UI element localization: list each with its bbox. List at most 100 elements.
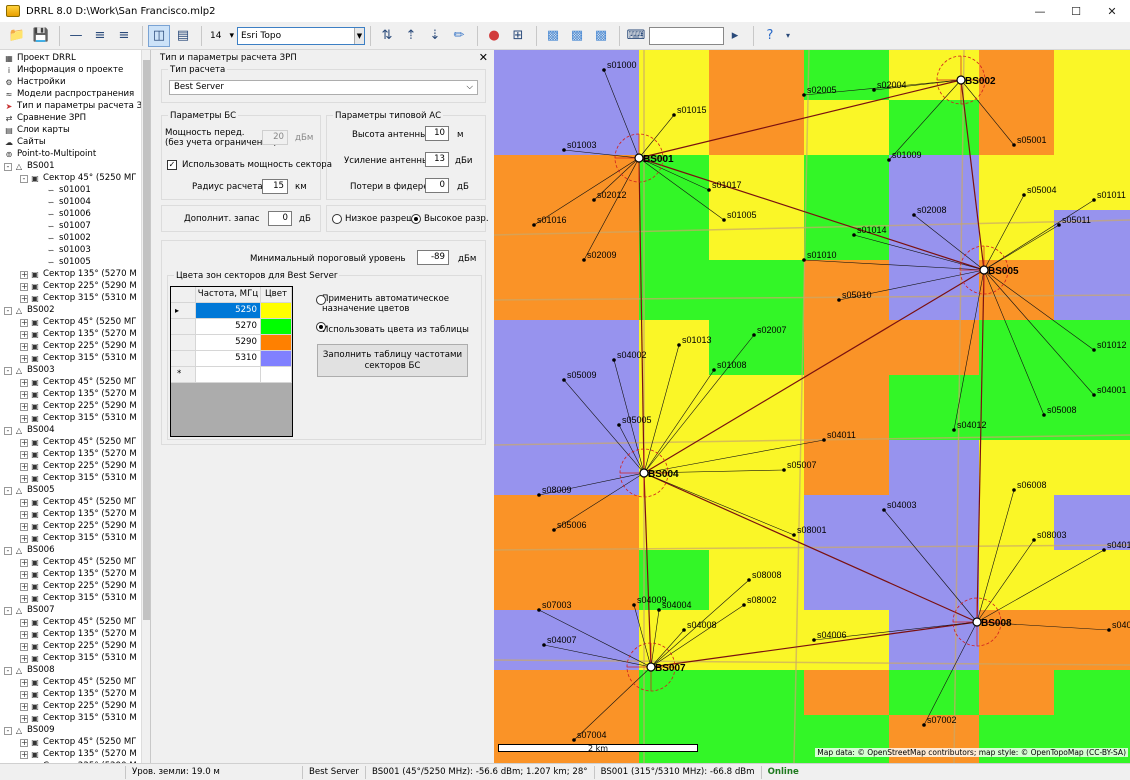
- tree-item-sector[interactable]: + ▣ Сектор 315° (5310 М: [20, 352, 137, 364]
- align-right-icon[interactable]: ≡: [113, 25, 135, 47]
- tree-item-sector[interactable]: + ▣ Сектор 135° (5270 М: [20, 508, 137, 520]
- tree-item-sector[interactable]: - ▣ Сектор 45° (5250 МГ: [20, 172, 137, 184]
- expand-toggle-icon[interactable]: +: [20, 283, 28, 291]
- grid-color-cell[interactable]: [261, 351, 292, 367]
- expand-toggle-icon[interactable]: +: [20, 703, 28, 711]
- align-center-icon[interactable]: ≡: [89, 25, 111, 47]
- expand-toggle-icon[interactable]: +: [20, 571, 28, 579]
- save-icon[interactable]: 💾: [30, 25, 52, 47]
- zoom-select[interactable]: 14 ▾: [207, 27, 237, 45]
- expand-toggle-icon[interactable]: -: [4, 487, 12, 495]
- tree-item-sector[interactable]: + ▣ Сектор 135° (5270 М: [20, 328, 137, 340]
- color-grid[interactable]: Частота, МГц Цвет ▸ 5250 5270 5290 5310 *: [170, 286, 293, 437]
- expand-toggle-icon[interactable]: +: [20, 751, 28, 759]
- feeder-loss-input[interactable]: 0: [425, 178, 449, 193]
- close-button[interactable]: ✕: [1094, 0, 1130, 22]
- tree-item-project[interactable]: ▦ Проект DRRL: [4, 52, 76, 64]
- expand-toggle-icon[interactable]: +: [20, 271, 28, 279]
- tree-item-bs001[interactable]: - △ BS001: [4, 160, 55, 172]
- keyboard-icon[interactable]: ⌨: [625, 25, 647, 47]
- scrollbar-thumb[interactable]: [143, 60, 150, 620]
- tree-item-sector[interactable]: + ▣ Сектор 45° (5250 МГ: [20, 616, 137, 628]
- color-zones-icon[interactable]: ●: [483, 25, 505, 47]
- expand-toggle-icon[interactable]: +: [20, 319, 28, 327]
- expand-toggle-icon[interactable]: +: [20, 439, 28, 447]
- grid-freq-cell[interactable]: 5270: [196, 319, 261, 335]
- expand-toggle-icon[interactable]: +: [20, 415, 28, 423]
- expand-toggle-icon[interactable]: +: [20, 391, 28, 399]
- tree-item-sector[interactable]: + ▣ Сектор 315° (5310 М: [20, 292, 137, 304]
- tree-item-sector[interactable]: + ▣ Сектор 315° (5310 М: [20, 412, 137, 424]
- expand-toggle-icon[interactable]: +: [20, 463, 28, 471]
- maximize-button[interactable]: ☐: [1058, 0, 1094, 22]
- grid-color-cell[interactable]: [261, 303, 292, 319]
- expand-toggle-icon[interactable]: +: [20, 619, 28, 627]
- expand-toggle-icon[interactable]: +: [20, 559, 28, 567]
- use-sector-power-checkbox[interactable]: ✓: [167, 160, 177, 170]
- tree-item-sector[interactable]: +▣Сектор 225° (5290 М: [20, 400, 137, 412]
- open-folder-icon[interactable]: 📁: [6, 25, 28, 47]
- tree-item-sector[interactable]: + ▣ Сектор 135° (5270 М: [20, 388, 137, 400]
- tree-item-subscriber[interactable]: ∽ s01007: [46, 220, 91, 232]
- margin-input[interactable]: 0: [268, 211, 292, 226]
- tree-item-calc-params[interactable]: ➤ Тип и параметры расчета ЗРП: [4, 100, 150, 112]
- grid-row-header[interactable]: [171, 335, 196, 351]
- ruler-icon[interactable]: ✏: [448, 25, 470, 47]
- tree-item-sector[interactable]: + ▣ Сектор 135° (5270 М: [20, 628, 137, 640]
- grid-new-row[interactable]: *: [171, 367, 196, 383]
- grid-freq-cell[interactable]: 5250: [196, 303, 261, 319]
- tree-item-sector[interactable]: + ▣ Сектор 45° (5250 МГ: [20, 736, 137, 748]
- arrow-down-tool-icon[interactable]: ⇣: [424, 25, 446, 47]
- tree-item-sector[interactable]: + ▣ Сектор 315° (5310 М: [20, 592, 137, 604]
- help-icon[interactable]: ?: [759, 25, 781, 47]
- tree-item-sector[interactable]: + ▣ Сектор 45° (5250 МГ: [20, 376, 137, 388]
- tree-item-sector[interactable]: +▣Сектор 225° (5290 М: [20, 700, 137, 712]
- expand-toggle-icon[interactable]: +: [20, 715, 28, 723]
- grid-row-header[interactable]: ▸: [171, 303, 196, 319]
- expand-toggle-icon[interactable]: -: [4, 163, 12, 171]
- tree-scrollbar[interactable]: [141, 50, 150, 763]
- antenna-gain-input[interactable]: 13: [425, 152, 449, 167]
- tree-item-subscriber[interactable]: ∽ s01001: [46, 184, 91, 196]
- radius-input[interactable]: 15: [262, 179, 288, 194]
- expand-toggle-icon[interactable]: +: [20, 535, 28, 543]
- split-view-icon[interactable]: ◫: [148, 24, 170, 47]
- expand-toggle-icon[interactable]: -: [4, 667, 12, 675]
- tree-item-sector[interactable]: + ▣ Сектор 45° (5250 МГ: [20, 556, 137, 568]
- expand-toggle-icon[interactable]: +: [20, 655, 28, 663]
- expand-toggle-icon[interactable]: +: [20, 631, 28, 639]
- table-colors-radio[interactable]: [316, 322, 326, 332]
- export-icon-2[interactable]: ▩: [566, 25, 588, 47]
- expand-toggle-icon[interactable]: -: [4, 427, 12, 435]
- high-res-radio[interactable]: [411, 214, 421, 224]
- expand-toggle-icon[interactable]: +: [20, 379, 28, 387]
- tree-item-sector[interactable]: + ▣ Сектор 45° (5250 МГ: [20, 496, 137, 508]
- expand-toggle-icon[interactable]: +: [20, 331, 28, 339]
- tree-item-subscriber[interactable]: ∽ s01004: [46, 196, 91, 208]
- expand-toggle-icon[interactable]: -: [4, 367, 12, 375]
- grid-color-cell[interactable]: [261, 319, 292, 335]
- export-icon-3[interactable]: ▩: [590, 25, 612, 47]
- tree-item-sector[interactable]: + ▣ Сектор 135° (5270 М: [20, 748, 137, 760]
- tree-item-compare-zones[interactable]: ⇄ Сравнение ЗРП: [4, 112, 86, 124]
- expand-toggle-icon[interactable]: +: [20, 523, 28, 531]
- expand-toggle-icon[interactable]: +: [20, 475, 28, 483]
- expand-toggle-icon[interactable]: +: [20, 691, 28, 699]
- search-input[interactable]: [649, 26, 724, 45]
- expand-toggle-icon[interactable]: +: [20, 343, 28, 351]
- expand-toggle-icon[interactable]: +: [20, 643, 28, 651]
- tree-item-settings[interactable]: ⚙ Настройки: [4, 76, 65, 88]
- tree-item-sector[interactable]: +▣Сектор 225° (5290 М: [20, 520, 137, 532]
- expand-toggle-icon[interactable]: -: [20, 175, 28, 183]
- chevron-down-icon[interactable]: ▼: [354, 27, 364, 44]
- tree-item-sector[interactable]: +▣Сектор 225° (5290 М: [20, 340, 137, 352]
- coverage-map[interactable]: s01000 s01003 s02012 s01016 s02009 s01015 s010…: [494, 50, 1130, 763]
- expand-toggle-icon[interactable]: +: [20, 403, 28, 411]
- align-left-icon[interactable]: —: [65, 25, 87, 47]
- tree-item-sector[interactable]: + ▣ Сектор 315° (5310 М: [20, 712, 137, 724]
- threshold-input[interactable]: -89: [417, 250, 449, 265]
- tree-item-subscriber[interactable]: ∽ s01006: [46, 208, 91, 220]
- expand-toggle-icon[interactable]: +: [20, 451, 28, 459]
- grid-row-header[interactable]: [171, 319, 196, 335]
- grid-empty-cell[interactable]: [196, 367, 261, 383]
